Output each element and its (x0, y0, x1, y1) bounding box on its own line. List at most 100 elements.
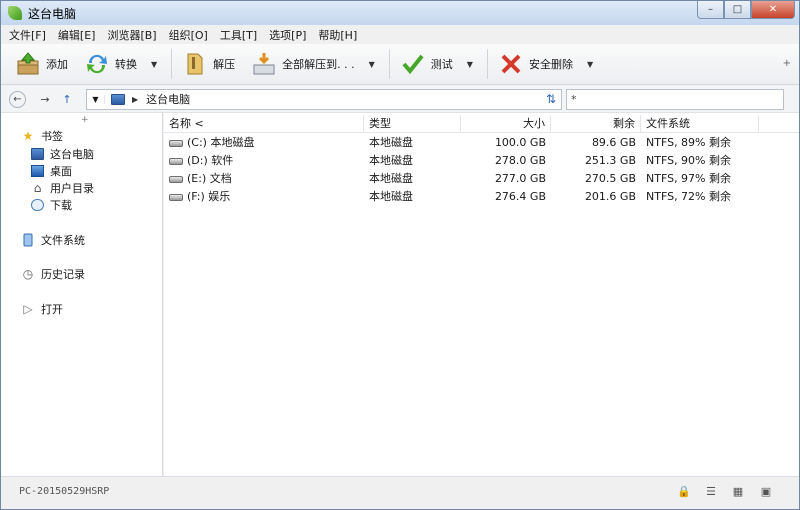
extract-all-dropdown-icon[interactable]: ▼ (369, 60, 375, 69)
menu-browser[interactable]: 浏览器[B] (107, 27, 156, 43)
drive-filesystem: NTFS, 89% 剩余 (646, 136, 732, 149)
red-x-icon (498, 51, 524, 77)
thumbnail-view-icon[interactable]: ▣ (759, 485, 773, 499)
add-button[interactable]: 添加 (9, 47, 74, 81)
sidebar-item-downloads[interactable]: 下载 (31, 197, 72, 213)
convert-dropdown-icon[interactable]: ▼ (151, 60, 157, 69)
drive-name: (E:) 文档 (187, 172, 232, 185)
drive-size: 277.0 GB (494, 172, 546, 185)
up-arrow-icon[interactable]: ↑ (56, 89, 78, 109)
drive-row[interactable]: (C:) 本地磁盘 本地磁盘 100.0 GB 89.6 GB NTFS, 89… (164, 134, 799, 152)
sidebar-item-label: 桌面 (50, 165, 72, 178)
toolbar-separator (171, 49, 173, 79)
drive-size: 276.4 GB (494, 190, 546, 203)
secure-delete-label: 安全删除 (528, 58, 573, 71)
drive-row[interactable]: (D:) 软件 本地磁盘 278.0 GB 251.3 GB NTFS, 90%… (164, 152, 799, 170)
drive-free: 270.5 GB (584, 172, 636, 185)
toolbar-separator (388, 49, 390, 79)
drive-type: 本地磁盘 (369, 172, 413, 185)
menu-tools[interactable]: 工具[T] (220, 27, 257, 43)
toolbar-separator (486, 49, 488, 79)
test-dropdown-icon[interactable]: ▼ (467, 60, 473, 69)
sidebar-expand-icon[interactable]: + (81, 115, 89, 125)
address-bar: ← → ↑ ▼ ▶ 这台电脑 ⇅ * (1, 86, 799, 113)
back-arrow-icon[interactable]: ← (9, 90, 26, 108)
close-button[interactable]: ✕ (751, 1, 795, 19)
column-size-header[interactable]: 大小 (461, 115, 551, 133)
menu-edit[interactable]: 编辑[E] (58, 27, 96, 43)
home-icon: ⌂ (33, 181, 42, 195)
column-free-header[interactable]: 剩余 (551, 115, 641, 133)
sidebar-item-user-dir[interactable]: ⌂ 用户目录 (31, 180, 94, 196)
drive-list: 名称 < 类型 大小 剩余 文件系统 (C:) 本地磁盘 本地磁盘 100.0 … (164, 113, 799, 476)
lock-icon[interactable]: 🔒 (677, 485, 691, 499)
forward-arrow-icon[interactable]: → (34, 89, 56, 109)
drive-filesystem: NTFS, 90% 剩余 (646, 154, 732, 167)
drive-type: 本地磁盘 (369, 154, 413, 167)
menu-help[interactable]: 帮助[H] (318, 27, 357, 43)
sidebar-bookmarks[interactable]: ★ 书签 (21, 128, 63, 144)
sidebar-history-label: 历史记录 (41, 268, 85, 281)
sidebar-filesystem-label: 文件系统 (41, 234, 85, 247)
details-view-icon[interactable]: ☰ (704, 485, 718, 499)
app-leaf-icon (8, 6, 22, 20)
sidebar-filesystem[interactable]: 文件系统 (21, 232, 85, 248)
extract-folder-icon (182, 51, 208, 77)
menu-file[interactable]: 文件[F] (9, 27, 46, 43)
column-name-header[interactable]: 名称 < (164, 115, 364, 133)
sidebar-item-label: 用户目录 (50, 182, 94, 195)
desktop-icon (31, 165, 44, 177)
test-button[interactable]: 测试 ▼ (394, 47, 483, 81)
extract-button[interactable]: 解压 (176, 47, 241, 81)
hard-drive-icon (169, 194, 183, 201)
sidebar-history[interactable]: ◷ 历史记录 (21, 266, 85, 282)
path-field[interactable]: ▼ ▶ 这台电脑 ⇅ (86, 88, 562, 110)
convert-arrows-icon (84, 51, 110, 77)
drive-row[interactable]: (E:) 文档 本地磁盘 277.0 GB 270.5 GB NTFS, 97%… (164, 170, 799, 188)
sidebar-open[interactable]: ▷ 打开 (21, 301, 63, 317)
convert-button[interactable]: 转换 ▼ (78, 47, 167, 81)
extract-all-label: 全部解压到. . . (282, 58, 355, 71)
refresh-icon[interactable]: ⇅ (541, 92, 561, 106)
sidebar-item-this-pc[interactable]: 这台电脑 (31, 146, 94, 162)
convert-label: 转换 (115, 58, 137, 71)
maximize-button[interactable]: □ (724, 1, 751, 19)
toolbar: 添加 转换 ▼ 解压 全部解压到. . . ▼ 测试 ▼ 安全删除 ▼ + (1, 44, 799, 85)
drive-size: 278.0 GB (494, 154, 546, 167)
filter-input[interactable]: * (566, 88, 784, 110)
status-bar: PC-20150529HSRP 🔒 ☰ ▦ ▣ (1, 476, 799, 509)
menu-options[interactable]: 选项[P] (269, 27, 306, 43)
secure-delete-dropdown-icon[interactable]: ▼ (587, 60, 593, 69)
add-box-icon (15, 51, 41, 77)
secure-delete-button[interactable]: 安全删除 ▼ (492, 47, 603, 81)
drive-row[interactable]: (F:) 娱乐 本地磁盘 276.4 GB 201.6 GB NTFS, 72%… (164, 188, 799, 206)
drive-type: 本地磁盘 (369, 190, 413, 203)
checkmark-icon (400, 51, 426, 77)
grid-view-icon[interactable]: ▦ (731, 485, 745, 499)
path-history-dropdown-icon[interactable]: ▼ (87, 94, 105, 104)
test-label: 测试 (430, 58, 453, 71)
menu-organize[interactable]: 组织[O] (169, 27, 208, 43)
drive-name: (F:) 娱乐 (187, 190, 231, 203)
list-header: 名称 < 类型 大小 剩余 文件系统 (164, 115, 799, 133)
sidebar-item-desktop[interactable]: 桌面 (31, 163, 72, 179)
breadcrumb-chevron-icon[interactable]: ▶ (132, 95, 138, 104)
sidebar: + ★ 书签 这台电脑 桌面 ⌂ 用户目录 下载 文件系统 ◷ 历史记录 ▷ 打… (1, 113, 163, 476)
sidebar-item-label: 下载 (50, 199, 72, 212)
column-filesystem-header[interactable]: 文件系统 (641, 115, 759, 133)
path-text[interactable]: 这台电脑 (146, 91, 541, 107)
hard-drive-icon (169, 158, 183, 165)
clock-icon: ◷ (22, 267, 34, 281)
window-title: 这台电脑 (28, 6, 77, 21)
minimize-button[interactable]: – (697, 1, 724, 19)
star-icon: ★ (22, 129, 34, 143)
toolbar-more-button[interactable]: + (783, 58, 791, 69)
filesystem-icon (21, 233, 35, 247)
drive-size: 100.0 GB (494, 136, 546, 149)
column-type-header[interactable]: 类型 (364, 115, 461, 133)
extract-all-icon (251, 51, 277, 77)
extract-all-button[interactable]: 全部解压到. . . ▼ (245, 47, 385, 81)
drive-type: 本地磁盘 (369, 136, 413, 149)
sidebar-bookmarks-label: 书签 (41, 130, 63, 143)
extract-label: 解压 (213, 58, 236, 71)
